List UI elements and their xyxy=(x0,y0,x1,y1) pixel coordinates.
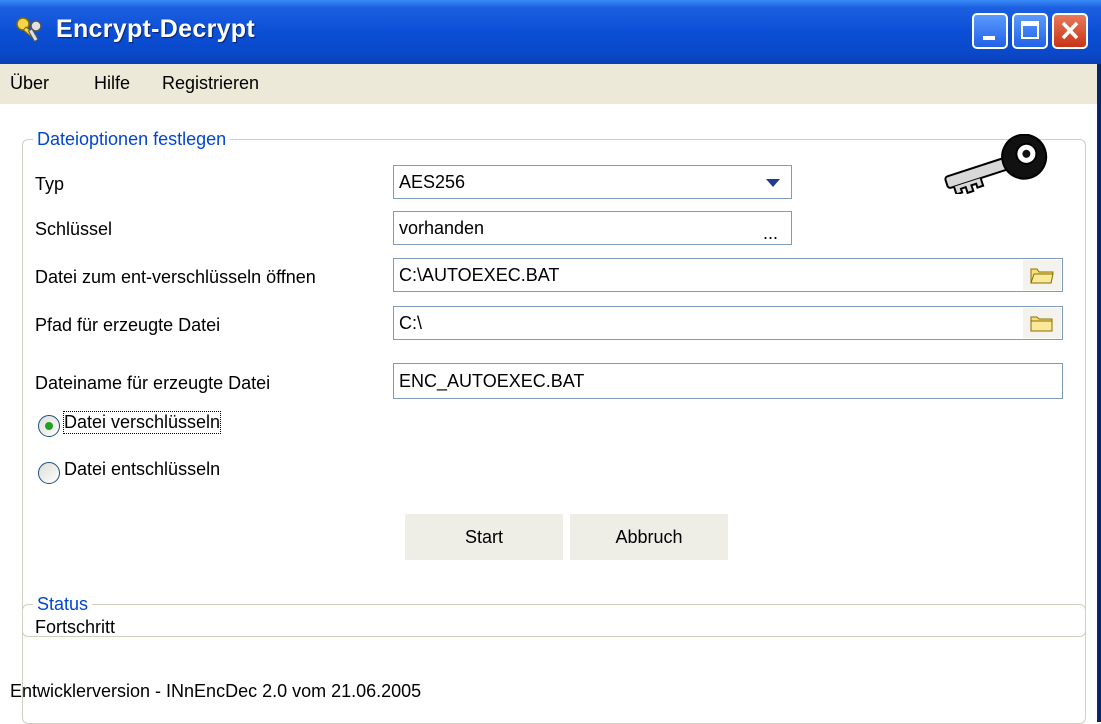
open-file-browse-button[interactable] xyxy=(1023,260,1061,290)
output-path-browse-button[interactable] xyxy=(1023,308,1061,338)
key-browse-button[interactable]: ... xyxy=(756,213,790,243)
menu-ueber[interactable]: Über xyxy=(10,73,49,94)
title-bar[interactable]: Encrypt-Decrypt xyxy=(0,0,1101,64)
progress-label: Fortschritt xyxy=(35,617,116,637)
type-dropdown[interactable]: AES256 xyxy=(393,165,792,199)
close-icon xyxy=(1061,21,1079,40)
output-path-value: C:\ xyxy=(399,313,423,333)
file-options-legend: Dateioptionen festlegen xyxy=(37,129,227,149)
output-path-label: Pfad für erzeugte Datei xyxy=(35,315,221,335)
radio-selected-dot xyxy=(45,422,53,430)
output-filename-label: Dateiname für erzeugte Datei xyxy=(35,373,271,393)
menu-registrieren[interactable]: Registrieren xyxy=(162,73,259,94)
open-file-field[interactable]: C:\AUTOEXEC.BAT xyxy=(393,258,1063,292)
menu-bar: Über Hilfe Registrieren xyxy=(0,64,1097,104)
open-file-label: Datei zum ent-verschlüsseln öffnen xyxy=(35,267,316,287)
output-path-field[interactable]: C:\ xyxy=(393,306,1063,340)
key-value: vorhanden xyxy=(399,218,485,238)
status-legend: Status xyxy=(37,594,89,614)
output-filename-value: ENC_AUTOEXEC.BAT xyxy=(399,371,585,391)
app-window: Encrypt-Decrypt Über Hilfe Registrieren … xyxy=(0,0,1101,724)
minimize-icon xyxy=(983,36,995,40)
key-field[interactable]: vorhanden ... xyxy=(393,211,792,245)
open-file-value: C:\AUTOEXEC.BAT xyxy=(399,265,560,285)
type-value: AES256 xyxy=(399,172,466,192)
keys-icon xyxy=(16,17,42,43)
cancel-button[interactable]: Abbruch xyxy=(570,514,728,560)
output-filename-field[interactable]: ENC_AUTOEXEC.BAT xyxy=(393,363,1063,399)
type-label: Typ xyxy=(35,174,65,194)
encrypt-radio-label[interactable]: Datei verschlüsseln xyxy=(62,411,222,434)
folder-icon xyxy=(1030,268,1054,284)
chevron-down-icon xyxy=(766,179,780,187)
decrypt-radio[interactable] xyxy=(38,462,60,484)
maximize-button[interactable] xyxy=(1012,13,1048,49)
encrypt-radio[interactable] xyxy=(38,415,60,437)
key-icon xyxy=(944,134,1048,194)
close-button[interactable] xyxy=(1052,13,1088,49)
version-info: Entwicklerversion - INnEncDec 2.0 vom 21… xyxy=(10,681,422,701)
client-area: Über Hilfe Registrieren Dateioptionen fe… xyxy=(0,64,1097,724)
folder-icon xyxy=(1030,316,1053,332)
maximize-icon xyxy=(1021,21,1039,39)
key-label: Schlüssel xyxy=(35,219,113,239)
window-title: Encrypt-Decrypt xyxy=(56,15,255,43)
menu-hilfe[interactable]: Hilfe xyxy=(94,73,130,94)
start-button[interactable]: Start xyxy=(405,514,563,560)
dropdown-button[interactable] xyxy=(756,167,790,197)
status-group: Status xyxy=(22,594,1086,724)
decrypt-radio-label[interactable]: Datei entschlüsseln xyxy=(64,459,220,480)
browse-dots: ... xyxy=(763,223,779,243)
minimize-button[interactable] xyxy=(972,13,1008,49)
